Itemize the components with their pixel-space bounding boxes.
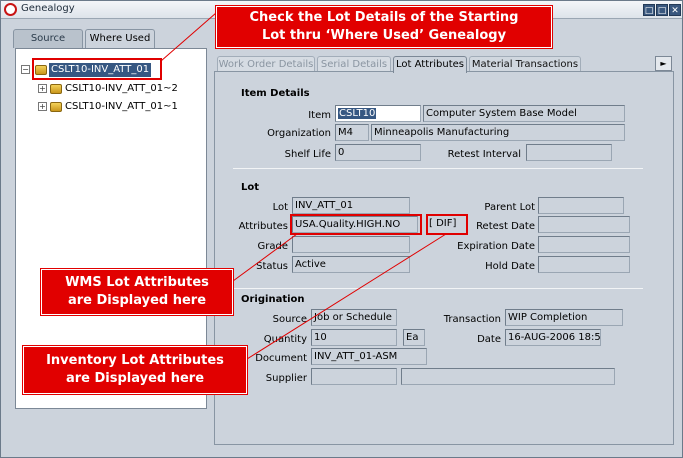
date-field[interactable]: 16-AUG-2006 18:52 [505,329,601,346]
tab-where-used[interactable]: Where Used [85,29,155,48]
shelf-life-label: Shelf Life [284,149,331,160]
supplier-name-field[interactable] [401,368,615,385]
section-divider [233,288,643,289]
date-label: Date [477,334,501,345]
item-field[interactable]: CSLT10 [335,105,421,122]
grade-field[interactable] [292,236,410,253]
highlight-wms-attributes [290,214,422,235]
oracle-app-icon [4,3,17,16]
hold-date-field[interactable] [538,256,630,273]
callout-line: Inventory Lot Attributes [46,353,224,368]
callout-line: are Displayed here [67,293,207,308]
collapse-icon[interactable]: − [21,65,30,74]
item-value: CSLT10 [338,108,377,119]
minimize-button[interactable]: □ [643,4,655,16]
document-field[interactable]: INV_ATT_01-ASM [311,348,427,365]
lot-node-icon [50,102,62,112]
parent-lot-field[interactable] [538,197,624,214]
transaction-label: Transaction [443,314,501,325]
attributes-label: Attributes [238,221,288,232]
callout-line: Check the Lot Details of the Starting [249,10,519,25]
hold-date-label: Hold Date [485,261,535,272]
quantity-label: Quantity [263,334,307,345]
tree-node-label[interactable]: CSLT10-INV_ATT_01~2 [63,82,180,96]
tree-node-label[interactable]: CSLT10-INV_ATT_01~1 [63,100,180,114]
source-label: Source [272,314,307,325]
organization-code-field[interactable]: M4 [335,124,369,141]
status-label: Status [256,261,288,272]
callout-line: are Displayed here [65,371,205,386]
lot-field[interactable]: INV_ATT_01 [292,197,410,214]
item-description-field[interactable]: Computer System Base Model [423,105,625,122]
organization-label: Organization [267,128,331,139]
lot-node-icon [50,84,62,94]
expiration-date-label: Expiration Date [457,241,535,252]
maximize-button[interactable]: □ [656,4,668,16]
callout-wms-attributes: WMS Lot Attributes are Displayed here [41,269,233,315]
tree-node-child-2[interactable]: + CSLT10-INV_ATT_01~2 [38,82,203,96]
grade-label: Grade [257,241,289,252]
transaction-field[interactable]: WIP Completion [505,309,623,326]
supplier-code-field[interactable] [311,368,397,385]
expand-icon[interactable]: + [38,84,47,93]
callout-inventory-attributes: Inventory Lot Attributes are Displayed h… [23,346,247,394]
origination-title: Origination [241,294,305,305]
tab-source[interactable]: Source [13,29,83,48]
quantity-field[interactable]: 10 [311,329,397,346]
status-field[interactable]: Active [292,256,410,273]
expiration-date-field[interactable] [538,236,630,253]
callout-line: WMS Lot Attributes [65,275,209,290]
tree-node-child-1[interactable]: + CSLT10-INV_ATT_01~1 [38,100,203,114]
highlight-root-lot [32,58,162,80]
source-field[interactable]: Job or Schedule [311,309,397,326]
uom-field[interactable]: Ea [403,329,425,346]
expand-icon[interactable]: + [38,102,47,111]
parent-lot-label: Parent Lot [484,202,535,213]
window-title: Genealogy [21,3,75,14]
document-label: Document [255,353,307,364]
lot-title: Lot [241,182,260,193]
scroll-right-button[interactable]: ► [655,56,672,71]
section-divider [233,168,643,169]
organization-name-field[interactable]: Minneapolis Manufacturing [371,124,625,141]
genealogy-window: Genealogy □ □ ✕ Source Where Used − CSLT… [0,0,683,458]
retest-interval-label: Retest Interval [447,149,521,160]
highlight-inv-attributes [426,214,468,235]
item-label: Item [308,110,331,121]
shelf-life-field[interactable]: 0 [335,144,421,161]
retest-date-field[interactable] [538,216,630,233]
callout-where-used: Check the Lot Details of the Starting Lo… [216,6,552,48]
close-button[interactable]: ✕ [669,4,681,16]
tab-lot-attributes[interactable]: Lot Attributes [393,56,467,73]
supplier-label: Supplier [265,373,307,384]
lot-label: Lot [272,202,288,213]
retest-interval-field[interactable] [526,144,612,161]
item-details-title: Item Details [241,88,310,99]
callout-line: Lot thru ‘Where Used’ Genealogy [261,28,507,43]
